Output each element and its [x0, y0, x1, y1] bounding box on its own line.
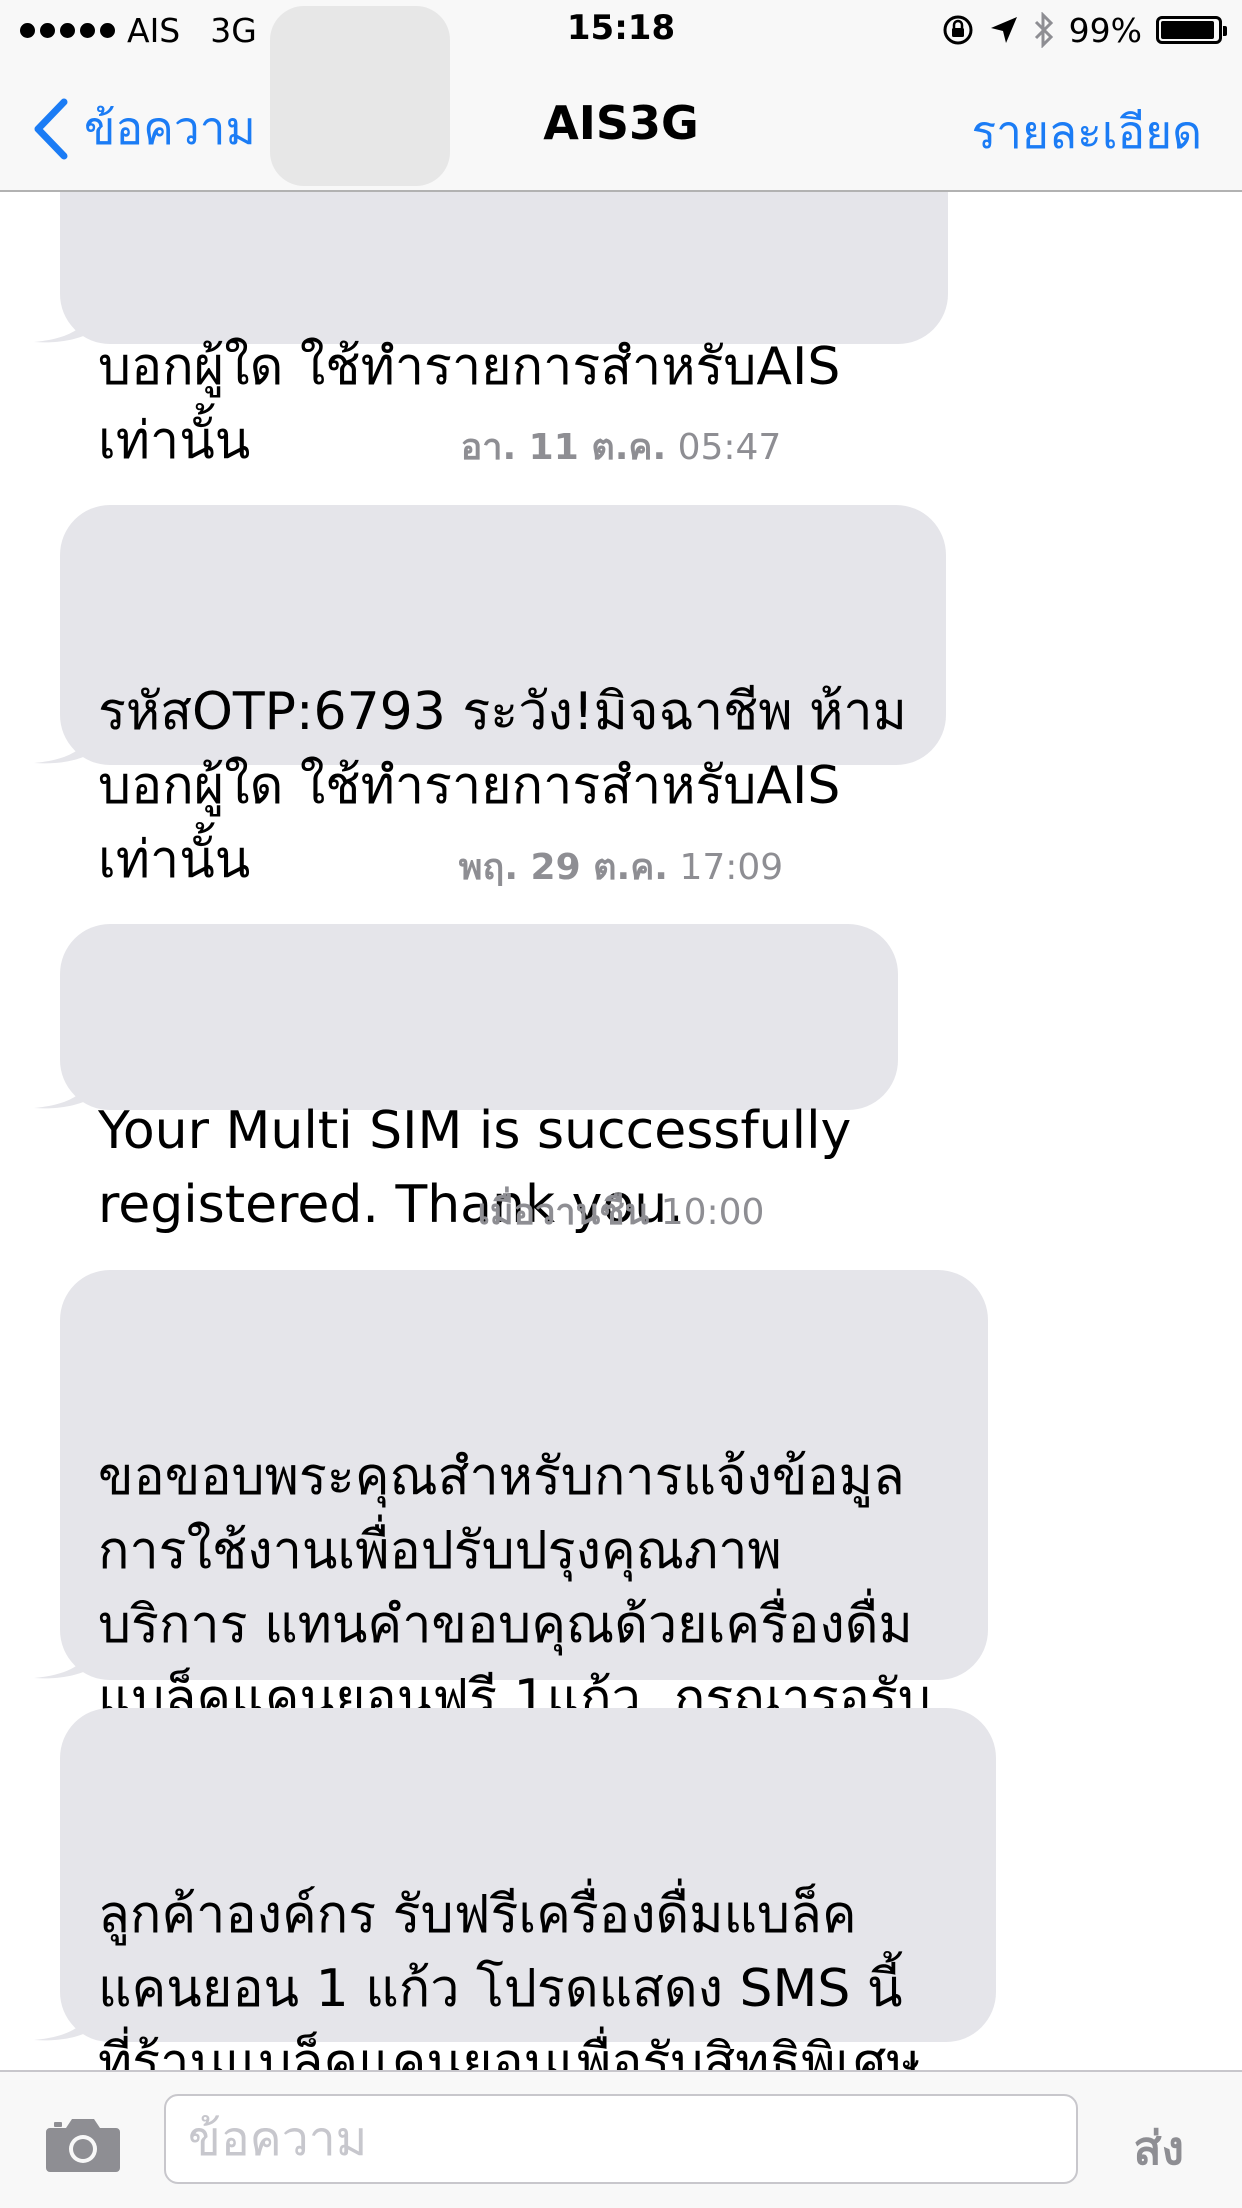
battery-level-fill	[1161, 21, 1214, 39]
bubble-tail	[34, 1632, 94, 1679]
message-bubble[interactable]: รหัสOTP:6793 ระวัง!มิจฉาชีพ ห้าม บอกผู้ใ…	[34, 505, 946, 890]
bluetooth-icon	[1033, 12, 1055, 48]
timestamp-day: อา. 11 ต.ค.	[460, 427, 667, 468]
messages-screen: บอกผู้ใด ใช้ทำรายการสำหรับAIS เท่านั้น อ…	[0, 0, 1242, 2208]
bubble-tail	[34, 717, 94, 764]
camera-icon	[46, 2119, 120, 2172]
send-button[interactable]: ส่ง	[1133, 2112, 1184, 2185]
navigation-bar: ข้อความ AIS3G รายละเอียด	[0, 60, 1242, 192]
message-input[interactable]	[164, 2094, 1078, 2184]
rotation-lock-icon	[941, 13, 975, 47]
status-right: 99%	[941, 10, 1227, 50]
details-button[interactable]: รายละเอียด	[971, 96, 1202, 169]
location-arrow-icon	[989, 15, 1019, 45]
battery-percentage: 99%	[1068, 10, 1142, 50]
message-input-bar: ส่ง	[0, 2070, 1242, 2208]
bubble-tail	[34, 1994, 94, 2041]
status-bar: AIS 3G 15:18 99%	[0, 0, 1242, 60]
message-timestamp: เมื่อวานซืน 10:00	[0, 1183, 1242, 1240]
timestamp-time: 05:47	[677, 427, 782, 468]
timestamp-time: 17:09	[679, 847, 784, 888]
timestamp-time: 10:00	[660, 1192, 765, 1233]
floating-overlay[interactable]	[270, 6, 450, 186]
message-timestamp: พฤ. 29 ต.ค. 17:09	[0, 838, 1242, 895]
battery-icon	[1156, 16, 1227, 44]
bubble-tail	[34, 296, 94, 343]
message-bubble[interactable]: Your Multi SIM is successfully registere…	[34, 924, 898, 1235]
timestamp-day: พฤ. 29 ต.ค.	[458, 847, 668, 888]
conversation-view[interactable]: บอกผู้ใด ใช้ทำรายการสำหรับAIS เท่านั้น อ…	[0, 0, 1242, 2167]
message-bubble[interactable]: ขอขอบพระคุณสำหรับการแจ้งข้อมูล การใช้งาน…	[34, 1270, 988, 1803]
message-bubble[interactable]: ลูกค้าองค์กร รับฟรีเครื่องดื่มแบล็ค แคนย…	[34, 1708, 996, 2167]
bubble-tail	[34, 1062, 94, 1109]
timestamp-day: เมื่อวานซืน	[477, 1192, 650, 1233]
camera-button[interactable]	[44, 2114, 122, 2178]
message-timestamp: อา. 11 ต.ค. 05:47	[0, 418, 1242, 475]
